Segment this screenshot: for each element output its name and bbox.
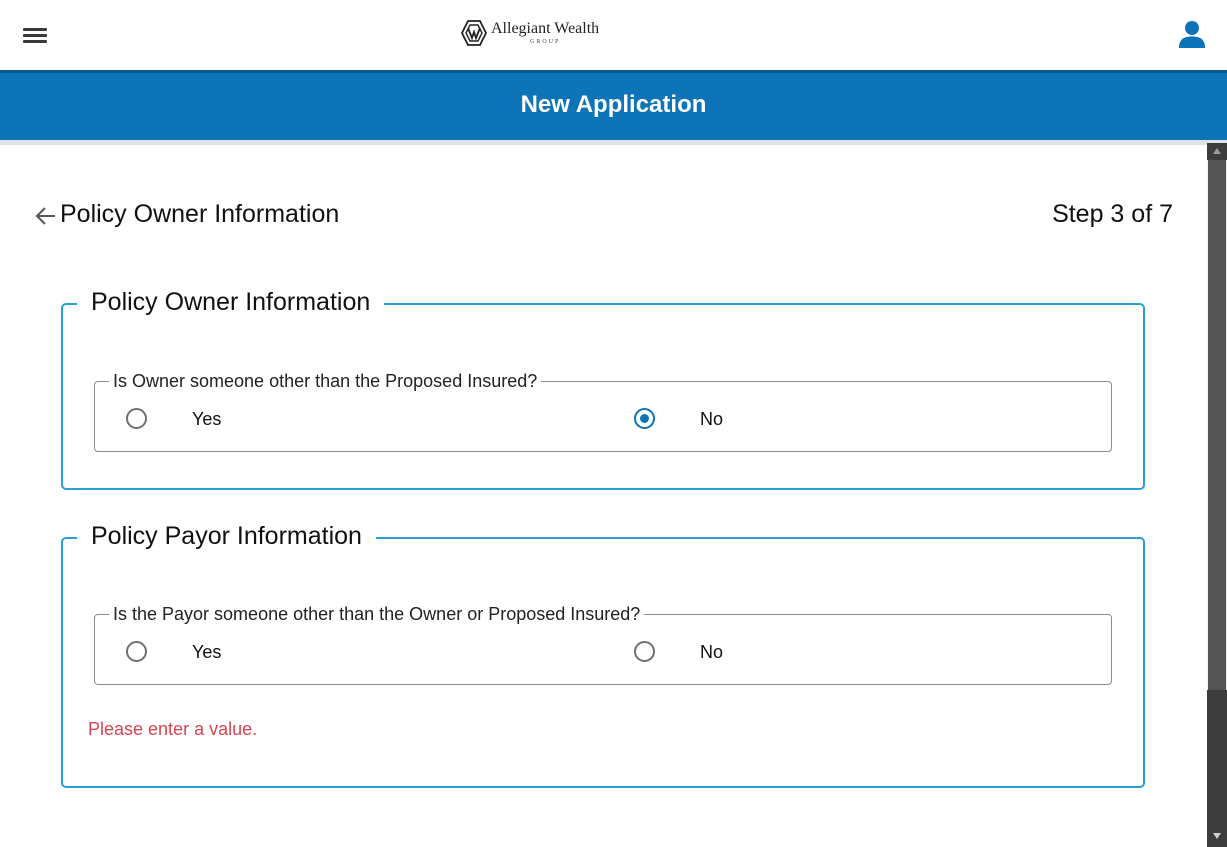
radio-label: No xyxy=(700,642,724,662)
scroll-down-button[interactable] xyxy=(1207,827,1227,847)
radio-label: Yes xyxy=(192,409,222,429)
scrollbar-track[interactable] xyxy=(1207,690,1227,830)
radio-circle[interactable] xyxy=(634,641,655,662)
user-icon[interactable] xyxy=(1178,20,1206,48)
hamburger-icon[interactable] xyxy=(23,26,47,44)
payor-question-group: Is the Payor someone other than the Owne… xyxy=(94,603,1112,685)
radio-label: No xyxy=(700,409,724,429)
brand-logo[interactable]: Allegiant Wealth GROUP xyxy=(459,18,609,50)
section-title: Policy Payor Information xyxy=(77,520,376,552)
logo-subtitle: GROUP xyxy=(530,39,561,45)
page-title: Policy Owner Information xyxy=(60,200,340,228)
owner-question-group: Is Owner someone other than the Proposed… xyxy=(94,370,1112,452)
section-policy-payor: Policy Payor Information Is the Payor so… xyxy=(61,520,1145,788)
top-header: Allegiant Wealth GROUP xyxy=(0,0,1227,70)
banner-title: New Application xyxy=(520,91,707,118)
radio-circle[interactable] xyxy=(126,408,147,429)
arrow-left-icon[interactable] xyxy=(35,205,57,227)
radio-circle-checked[interactable] xyxy=(634,408,655,429)
radio-selected-dot xyxy=(640,414,649,423)
scroll-up-button[interactable] xyxy=(1207,143,1227,160)
scrollbar-thumb[interactable] xyxy=(1208,160,1226,690)
logo-name: Allegiant Wealth xyxy=(491,20,600,37)
section-policy-owner: Policy Owner Information Is Owner someon… xyxy=(61,286,1145,490)
section-title: Policy Owner Information xyxy=(77,286,385,318)
question-label: Is Owner someone other than the Proposed… xyxy=(109,370,542,392)
scroll-up-icon xyxy=(1213,148,1221,154)
page-banner: New Application xyxy=(0,70,1227,140)
banner-divider xyxy=(0,140,1227,145)
question-label: Is the Payor someone other than the Owne… xyxy=(109,603,645,625)
radio-label: Yes xyxy=(192,642,222,662)
scroll-down-icon xyxy=(1213,833,1221,839)
step-indicator: Step 3 of 7 xyxy=(1052,200,1173,228)
logo-mark-icon xyxy=(460,20,488,46)
radio-circle[interactable] xyxy=(126,641,147,662)
validation-error: Please enter a value. xyxy=(88,719,258,739)
